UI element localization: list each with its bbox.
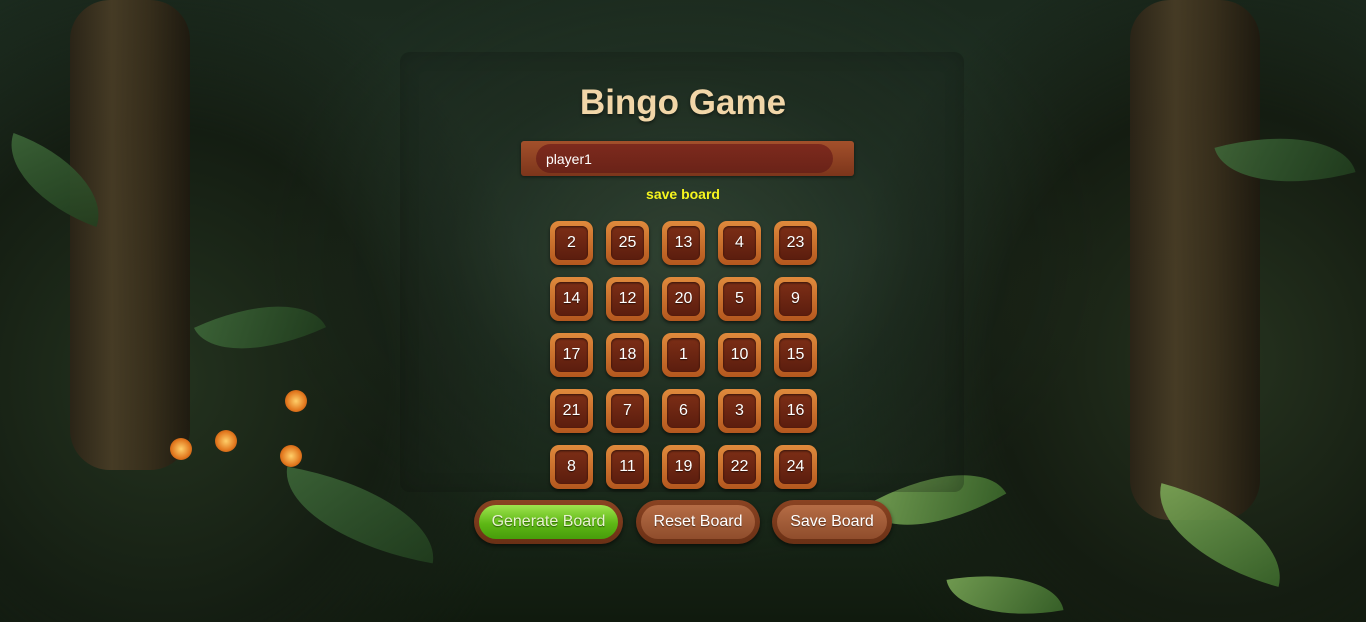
bingo-cell[interactable]: 14 xyxy=(550,277,593,321)
bingo-cell-number: 1 xyxy=(667,338,700,372)
bingo-cell-number: 21 xyxy=(555,394,588,428)
flower-decoration xyxy=(280,445,302,467)
bingo-cell-number: 4 xyxy=(723,226,756,260)
bingo-cell-number: 6 xyxy=(667,394,700,428)
bingo-cell-number: 7 xyxy=(611,394,644,428)
bingo-cell[interactable]: 16 xyxy=(774,389,817,433)
bingo-cell-number: 5 xyxy=(723,282,756,316)
bingo-cell-number: 2 xyxy=(555,226,588,260)
player-name-input[interactable] xyxy=(536,144,833,173)
bingo-cell[interactable]: 18 xyxy=(606,333,649,377)
flower-decoration xyxy=(215,430,237,452)
save-board-link[interactable]: save board xyxy=(0,186,1366,202)
flower-decoration xyxy=(170,438,192,460)
leaf-decoration xyxy=(0,132,117,228)
leaf-decoration xyxy=(193,277,327,378)
bingo-cell-number: 25 xyxy=(611,226,644,260)
bingo-cell-number: 13 xyxy=(667,226,700,260)
generate-board-label: Generate Board xyxy=(479,505,618,539)
bingo-board: 2 25 13 4 23 14 12 20 5 9 17 18 1 10 15 21 7 6 3 16 8 11 19 22 2… xyxy=(550,221,820,489)
reset-board-label: Reset Board xyxy=(641,505,755,539)
bingo-cell-number: 11 xyxy=(611,450,644,484)
bingo-cell[interactable]: 21 xyxy=(550,389,593,433)
bingo-cell[interactable]: 11 xyxy=(606,445,649,489)
leaf-decoration xyxy=(946,560,1064,622)
bingo-cell-number: 23 xyxy=(779,226,812,260)
bingo-cell-number: 12 xyxy=(611,282,644,316)
save-board-button[interactable]: Save Board xyxy=(772,500,892,544)
bingo-cell[interactable]: 19 xyxy=(662,445,705,489)
bingo-cell[interactable]: 9 xyxy=(774,277,817,321)
bingo-cell[interactable]: 20 xyxy=(662,277,705,321)
bingo-cell-number: 15 xyxy=(779,338,812,372)
bingo-cell[interactable]: 24 xyxy=(774,445,817,489)
player-name-field-frame xyxy=(521,141,854,176)
bingo-cell-number: 10 xyxy=(723,338,756,372)
bingo-cell[interactable]: 7 xyxy=(606,389,649,433)
bingo-cell-number: 17 xyxy=(555,338,588,372)
bingo-cell[interactable]: 23 xyxy=(774,221,817,265)
reset-board-button[interactable]: Reset Board xyxy=(636,500,760,544)
tree-trunk-left xyxy=(70,0,190,470)
bingo-cell[interactable]: 25 xyxy=(606,221,649,265)
bingo-cell-number: 14 xyxy=(555,282,588,316)
bingo-cell-number: 22 xyxy=(723,450,756,484)
bingo-cell[interactable]: 6 xyxy=(662,389,705,433)
bingo-cell-number: 3 xyxy=(723,394,756,428)
bingo-cell[interactable]: 22 xyxy=(718,445,761,489)
bingo-cell[interactable]: 1 xyxy=(662,333,705,377)
bingo-cell[interactable]: 12 xyxy=(606,277,649,321)
bingo-cell[interactable]: 5 xyxy=(718,277,761,321)
bingo-cell-number: 24 xyxy=(779,450,812,484)
bingo-cell[interactable]: 4 xyxy=(718,221,761,265)
bingo-cell-number: 8 xyxy=(555,450,588,484)
page-title: Bingo Game xyxy=(579,83,787,122)
bingo-cell[interactable]: 3 xyxy=(718,389,761,433)
bingo-cell[interactable]: 17 xyxy=(550,333,593,377)
bingo-cell-number: 18 xyxy=(611,338,644,372)
flower-decoration xyxy=(285,390,307,412)
leaf-decoration xyxy=(1143,483,1297,587)
bingo-cell[interactable]: 15 xyxy=(774,333,817,377)
save-board-label: Save Board xyxy=(777,505,887,539)
bingo-cell[interactable]: 10 xyxy=(718,333,761,377)
bingo-cell[interactable]: 13 xyxy=(662,221,705,265)
tree-trunk-right xyxy=(1130,0,1260,520)
bingo-cell-number: 20 xyxy=(667,282,700,316)
generate-board-button[interactable]: Generate Board xyxy=(474,500,623,544)
bingo-cell[interactable]: 2 xyxy=(550,221,593,265)
bingo-cell-number: 9 xyxy=(779,282,812,316)
bingo-cell-number: 16 xyxy=(779,394,812,428)
bingo-cell[interactable]: 8 xyxy=(550,445,593,489)
bingo-cell-number: 19 xyxy=(667,450,700,484)
